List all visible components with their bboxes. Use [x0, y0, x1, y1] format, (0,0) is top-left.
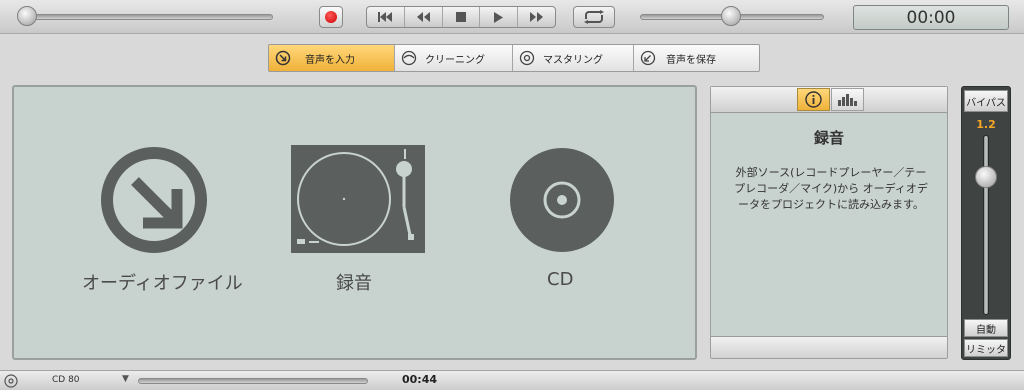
source-cd[interactable]: CD [494, 87, 634, 317]
rewind-button[interactable] [405, 7, 443, 27]
mastering-icon [519, 50, 535, 66]
disc-type: CD 80 [52, 375, 80, 385]
source-record[interactable]: 録音 [284, 87, 434, 317]
bypass-button[interactable]: バイパス [964, 90, 1008, 112]
source-panel: オーディオファイル 録音 CD [12, 85, 697, 360]
info-panel-footer [711, 336, 947, 358]
info-icon [805, 91, 822, 108]
disc-icon [4, 374, 18, 388]
info-description: 外部ソース(レコードプレーヤー／テープレコーダ／マイク)から オーディオデータを… [734, 166, 928, 211]
limiter-column: バイパス 1.2 自動 リミッタ [961, 86, 1011, 360]
record-button[interactable] [319, 6, 343, 28]
limiter-slider-knob[interactable] [975, 166, 997, 188]
turntable-icon [291, 145, 425, 253]
source-label: CD [547, 269, 574, 290]
disc-type-dropdown-icon[interactable]: ▼ [122, 374, 129, 384]
meter-tab-button[interactable] [831, 88, 864, 111]
info-panel-header [711, 87, 947, 113]
tab-label: クリーニング [425, 54, 485, 66]
loop-button[interactable] [573, 6, 615, 28]
tab-label: マスタリング [543, 54, 603, 66]
save-icon [640, 50, 656, 66]
skip-back-button[interactable] [367, 7, 405, 27]
tab-label: 音声を入力 [305, 54, 355, 66]
source-label: 録音 [336, 273, 372, 294]
tab-mastering[interactable]: マスタリング [513, 45, 634, 71]
tab-label: 音声を保存 [666, 54, 716, 66]
disc-time: 00:44 [402, 373, 438, 386]
fast-forward-icon [530, 12, 544, 22]
limiter-button[interactable]: リミッタ [964, 339, 1008, 357]
play-button[interactable] [480, 7, 519, 27]
stop-button[interactable] [443, 7, 481, 27]
time-display: 00:00 [853, 5, 1009, 30]
source-audio-file[interactable]: オーディオファイル [74, 87, 243, 317]
transport-controls [366, 6, 556, 28]
rewind-icon [416, 12, 430, 22]
audio-file-icon [101, 147, 207, 253]
stop-icon [455, 12, 466, 22]
fast-forward-button[interactable] [518, 7, 555, 27]
clean-icon [401, 50, 417, 66]
tab-input[interactable]: 音声を入力 [269, 45, 395, 71]
tab-save[interactable]: 音声を保存 [634, 45, 759, 71]
status-bar: CD 80 ▼ 00:44 [0, 370, 1024, 390]
info-title: 録音 [813, 129, 844, 147]
volume-slider-knob[interactable] [721, 6, 741, 26]
record-icon [325, 11, 337, 23]
disc-usage-bar [138, 378, 368, 384]
cd-icon [510, 148, 614, 252]
position-slider-track[interactable] [18, 14, 273, 20]
info-panel: 録音 外部ソース(レコードプレーヤー／テープレコーダ／マイク)から オーディオデ… [710, 86, 948, 359]
meter-icon [837, 93, 857, 106]
source-label: オーディオファイル [82, 273, 243, 294]
tab-cleaning[interactable]: クリーニング [395, 45, 513, 71]
loop-icon [584, 10, 604, 24]
info-tab-button[interactable] [797, 88, 830, 111]
auto-button[interactable]: 自動 [964, 319, 1008, 337]
position-slider-knob[interactable] [17, 6, 37, 26]
limiter-slider-track[interactable] [983, 135, 989, 315]
play-icon [494, 11, 504, 23]
transport-bar: 00:00 [0, 0, 1024, 34]
import-arrow-icon [275, 50, 291, 66]
skip-back-icon [378, 12, 393, 22]
limiter-value: 1.2 [976, 118, 996, 131]
workflow-tabs: 音声を入力 クリーニング マスタリング 音声を保存 [268, 44, 760, 72]
